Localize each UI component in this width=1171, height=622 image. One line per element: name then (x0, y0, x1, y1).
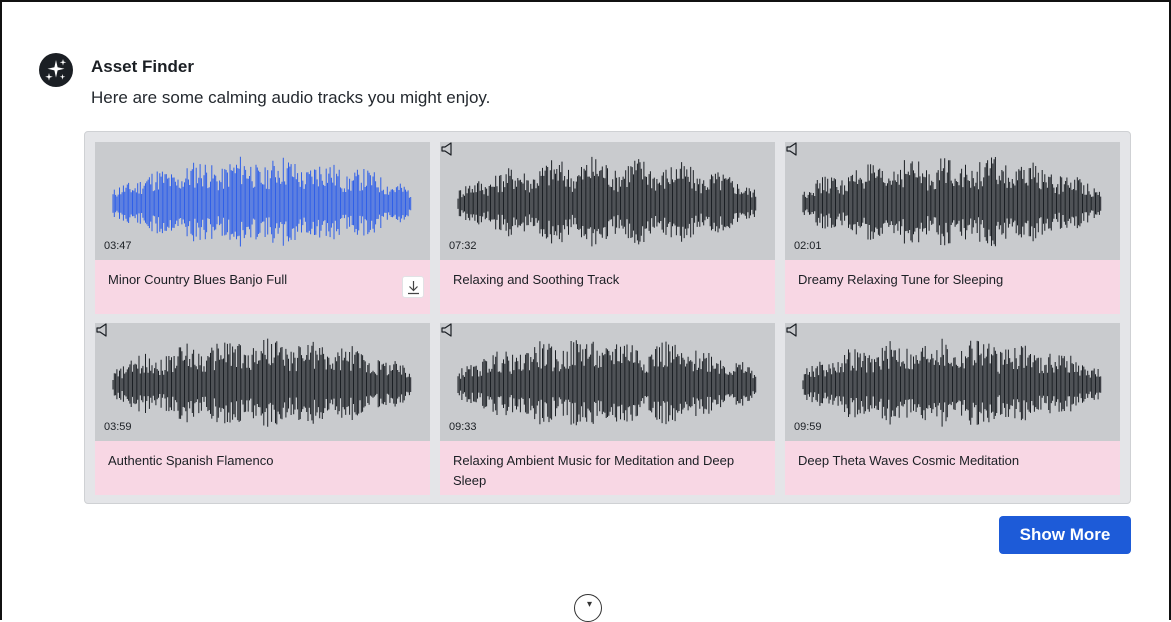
track-card[interactable]: 03:59 Authentic Spanish Flamenco (95, 323, 430, 495)
track-duration: 03:59 (104, 421, 132, 433)
assistant-message: Here are some calming audio tracks you m… (91, 88, 491, 107)
track-card[interactable]: 02:01 Dreamy Relaxing Tune for Sleeping (785, 142, 1120, 314)
track-duration: 09:33 (449, 421, 477, 433)
track-title: Deep Theta Waves Cosmic Meditation (798, 453, 1020, 468)
results-panel: 03:47 Minor Country Blues Banjo Full 07:32… (84, 131, 1131, 504)
track-duration: 03:47 (104, 240, 132, 252)
track-title: Minor Country Blues Banjo Full (108, 272, 288, 287)
track-waveform-area[interactable]: 07:32 (440, 142, 775, 260)
track-title: Relaxing and Soothing Track (453, 272, 620, 287)
download-icon (408, 281, 419, 295)
track-title: Authentic Spanish Flamenco (108, 453, 274, 468)
waveform (457, 156, 757, 247)
track-duration: 02:01 (794, 240, 822, 252)
speaker-icon[interactable] (785, 323, 799, 337)
arrow-down-icon: ▾ (587, 599, 593, 610)
track-info: Relaxing Ambient Music for Meditation an… (440, 441, 775, 495)
download-button[interactable] (402, 276, 424, 298)
track-waveform-area[interactable]: 03:47 (95, 142, 430, 260)
sparkles-icon (39, 53, 73, 87)
speaker-icon[interactable] (785, 142, 799, 156)
track-info: Minor Country Blues Banjo Full (95, 260, 430, 314)
waveform (457, 340, 757, 426)
track-title: Relaxing Ambient Music for Meditation an… (453, 453, 735, 488)
track-card[interactable]: 03:47 Minor Country Blues Banjo Full (95, 142, 430, 314)
waveform (802, 157, 1102, 247)
track-duration: 07:32 (449, 240, 477, 252)
speaker-icon[interactable] (440, 142, 454, 156)
track-info: Relaxing and Soothing Track (440, 260, 775, 314)
track-info: Authentic Spanish Flamenco (95, 441, 430, 495)
track-waveform-area[interactable]: 09:33 (440, 323, 775, 441)
track-card[interactable]: 09:59 Deep Theta Waves Cosmic Meditation (785, 323, 1120, 495)
waveform (802, 338, 1102, 427)
show-more-button[interactable]: Show More (999, 516, 1131, 554)
track-card[interactable]: 09:33 Relaxing Ambient Music for Meditati… (440, 323, 775, 495)
track-waveform-area[interactable]: 09:59 (785, 323, 1120, 441)
speaker-icon[interactable] (95, 323, 109, 337)
scroll-down-button[interactable]: ▾ (574, 594, 602, 622)
track-waveform-area[interactable]: 02:01 (785, 142, 1120, 260)
track-title: Dreamy Relaxing Tune for Sleeping (798, 272, 1004, 287)
track-info: Dreamy Relaxing Tune for Sleeping (785, 260, 1120, 314)
waveform (112, 156, 412, 247)
track-duration: 09:59 (794, 421, 822, 433)
track-waveform-area[interactable]: 03:59 (95, 323, 430, 441)
assistant-name: Asset Finder (91, 57, 194, 76)
track-card[interactable]: 07:32 Relaxing and Soothing Track (440, 142, 775, 314)
speaker-icon[interactable] (440, 323, 454, 337)
waveform (112, 338, 412, 427)
track-info: Deep Theta Waves Cosmic Meditation (785, 441, 1120, 495)
